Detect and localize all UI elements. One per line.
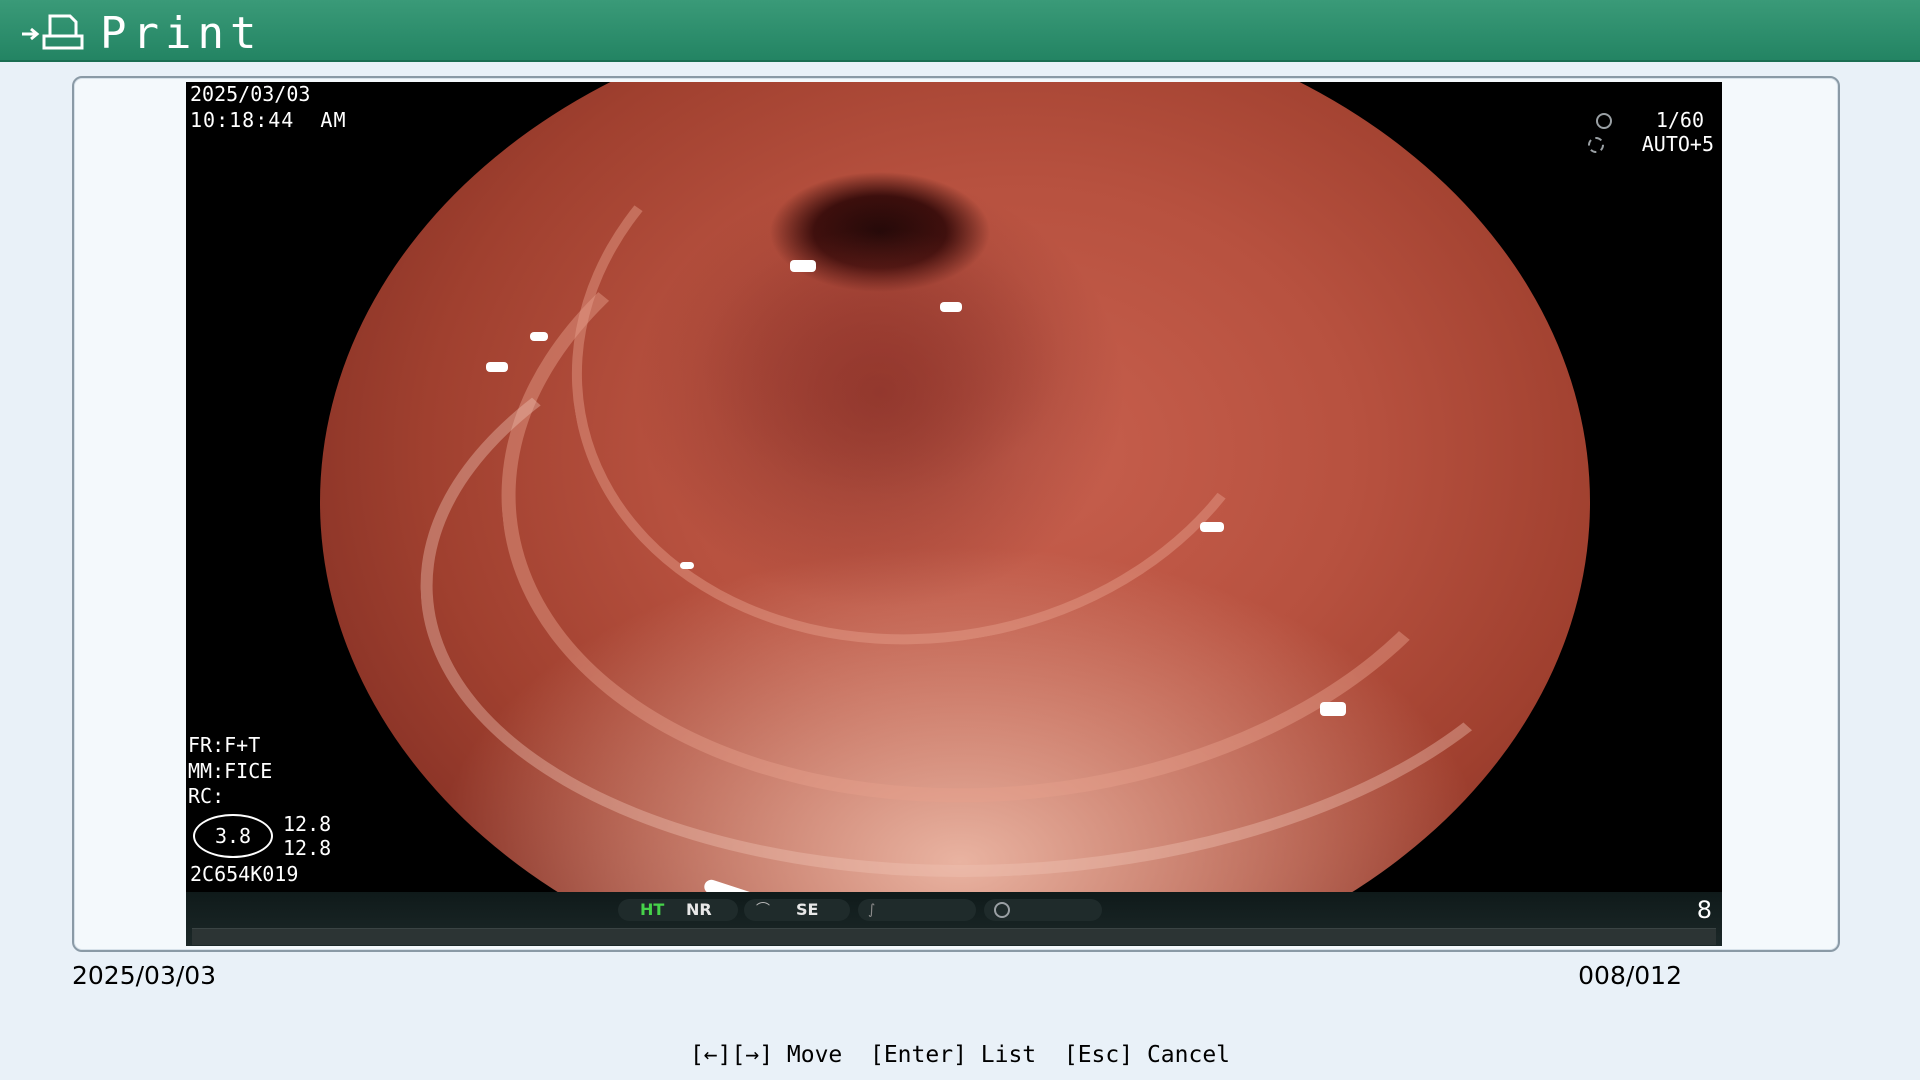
key-hints: [←][→] Move [Enter] List [Esc] Cancel: [0, 1038, 1920, 1072]
light-reflection: [940, 302, 962, 312]
image-number: 8: [1696, 896, 1712, 924]
endoscope-view: [320, 82, 1600, 946]
light-reflection: [1320, 702, 1346, 716]
light-reflection: [530, 332, 548, 341]
status-strip: [192, 928, 1716, 945]
capture-time: 10:18:44 AM: [190, 108, 347, 132]
page-counter: 008/012: [1578, 961, 1682, 990]
capture-date: 2025/03/03: [190, 82, 311, 106]
light-reflection: [486, 362, 508, 372]
rc-setting: RC:: [188, 784, 225, 808]
curve-icon: ∫: [868, 902, 876, 918]
iris-icon: [1588, 137, 1604, 153]
page-title: Print: [100, 8, 263, 59]
processor-status-bar: HT NR ⌒ SE ∫ 8: [186, 892, 1722, 946]
gauge-icon: [994, 902, 1010, 918]
list-hint[interactable]: [Enter] List: [870, 1042, 1036, 1068]
shutter-icon: [1596, 113, 1612, 129]
scope-value-badge: 3.8: [193, 814, 273, 858]
print-date: 2025/03/03: [72, 961, 217, 990]
mm-setting: MM:FICE: [188, 759, 273, 783]
se-label: SE: [796, 900, 819, 919]
fr-setting: FR:F+T: [188, 733, 261, 757]
scope-value-2: 12.8: [283, 836, 332, 860]
light-reflection: [1200, 522, 1224, 532]
light-reflection: [790, 260, 816, 272]
print-icon: [22, 14, 84, 50]
light-reflection: [680, 562, 694, 569]
shutter-speed: 1/60: [1655, 108, 1704, 132]
se-indicator: ⌒ SE: [744, 899, 850, 921]
title-bar: Print: [0, 0, 1920, 62]
curve-indicator: ∫: [858, 899, 976, 921]
cancel-hint[interactable]: [Esc] Cancel: [1064, 1042, 1230, 1068]
nr-label: NR: [686, 900, 712, 919]
structure-enhance-icon: ⌒: [756, 902, 770, 918]
ht-label: HT: [640, 900, 665, 919]
scope-value-1: 12.8: [283, 812, 332, 836]
ht-nr-indicator: HT NR: [618, 899, 738, 921]
endoscope-image: 2025/03/03 10:18:44 AM 1/60 AUTO+5 FR:F+…: [186, 82, 1722, 946]
move-hint[interactable]: [←][→] Move: [690, 1042, 842, 1068]
device-id: 2C654K019: [190, 862, 299, 886]
gauge-indicator: [984, 899, 1102, 921]
auto-exposure: AUTO+5: [1641, 132, 1714, 156]
